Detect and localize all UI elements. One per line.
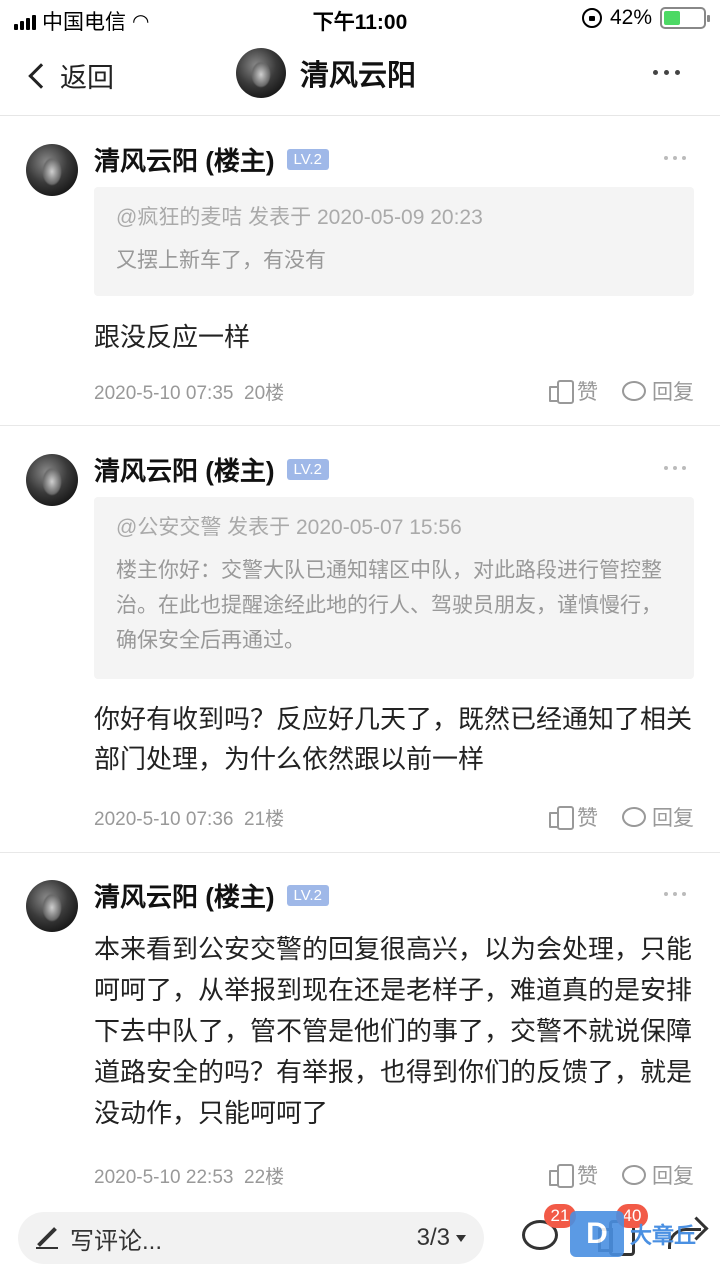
thumbs-up-icon: [549, 806, 574, 830]
reply-label: 回复: [652, 381, 694, 404]
like-label: 赞: [577, 381, 598, 404]
post-more-icon[interactable]: [664, 466, 686, 470]
author-name[interactable]: 清风云阳 (楼主): [94, 451, 275, 488]
comment-icon: [622, 807, 646, 827]
like-button[interactable]: 赞: [549, 1160, 598, 1190]
post-more-icon[interactable]: [664, 156, 686, 160]
post-meta: 2020-5-10 07:36 21楼: [94, 804, 284, 831]
comment-placeholder: 写评论...: [70, 1227, 163, 1255]
watermark-text: 大章丘: [630, 1223, 697, 1248]
quote-text: 又摆上新车了，有没有: [116, 249, 326, 272]
chevron-left-icon: [28, 62, 54, 89]
like-button[interactable]: 赞: [549, 802, 598, 832]
thumbs-up-icon: [549, 380, 574, 404]
pencil-icon: [36, 1227, 58, 1249]
thumbs-up-icon: [549, 1164, 574, 1188]
avatar[interactable]: [26, 144, 78, 196]
author-name[interactable]: 清风云阳 (楼主): [94, 877, 275, 914]
back-label: 返回: [60, 63, 114, 93]
quote-meta: @公安交警 发表于 2020-05-07 15:56: [116, 516, 462, 539]
avatar[interactable]: [26, 880, 78, 932]
comment-icon: [622, 1165, 646, 1185]
quote-meta: @疯狂的麦咭 发表于 2020-05-09 20:23: [116, 206, 483, 229]
quoted-reply[interactable]: @公安交警 发表于 2020-05-07 15:56 楼主你好：交警大队已通知辖…: [94, 497, 694, 679]
comment-input[interactable]: 写评论... 3/3: [18, 1212, 484, 1264]
like-button[interactable]: 赞: [549, 376, 598, 406]
reply-label: 回复: [652, 1165, 694, 1188]
reply-button[interactable]: 回复: [622, 376, 694, 406]
battery-icon: [660, 7, 710, 29]
author-name[interactable]: 清风云阳 (楼主): [94, 141, 275, 178]
post-time: 2020-5-10 22:53: [94, 1167, 234, 1188]
page-selector[interactable]: 3/3: [417, 1224, 466, 1252]
like-label: 赞: [577, 1165, 598, 1188]
level-badge: LV.2: [286, 885, 329, 906]
post-meta: 2020-5-10 22:53 22楼: [94, 1162, 284, 1189]
page-title: 清风云阳: [300, 60, 417, 92]
quoted-reply[interactable]: @疯狂的麦咭 发表于 2020-05-09 20:23 又摆上新车了，有没有: [94, 187, 694, 296]
comment-icon: [622, 381, 646, 401]
post-body: 本来看到公安交警的回复很高兴，以为会处理，只能呵呵了，从举报到现在还是老样子，难…: [94, 934, 693, 1128]
reply-button[interactable]: 回复: [622, 1160, 694, 1190]
post-item: 清风云阳 (楼主) LV.2 @公安交警 发表于 2020-05-07 15:5…: [0, 427, 720, 853]
quote-text: 楼主你好：交警大队已通知辖区中队，对此路段进行管控整治。在此也提醒途经此地的行人…: [116, 559, 662, 652]
battery-percent: 42%: [609, 6, 652, 29]
post-time: 2020-5-10 07:36: [94, 809, 234, 830]
like-label: 赞: [577, 807, 598, 830]
page-indicator: 3/3: [416, 1224, 450, 1251]
post-body: 跟没反应一样: [94, 322, 251, 352]
nav-title-group[interactable]: 清风云阳: [236, 48, 416, 98]
avatar[interactable]: [236, 48, 286, 98]
nav-bar: 返回 清风云阳: [0, 36, 720, 116]
reply-button[interactable]: 回复: [622, 802, 694, 832]
level-badge: LV.2: [286, 149, 329, 170]
floor-number: 22楼: [244, 1167, 285, 1188]
post-meta: 2020-5-10 07:35 20楼: [94, 378, 284, 405]
post-item: 清风云阳 (楼主) LV.2 本来看到公安交警的回复很高兴，以为会处理，只能呵呵…: [0, 853, 720, 1200]
caret-down-icon: [456, 1234, 466, 1242]
back-button[interactable]: 返回: [26, 56, 114, 95]
post-body: 你好有收到吗？反应好几天了，既然已经通知了相关部门处理，为什么依然跟以前一样: [94, 704, 693, 774]
more-icon[interactable]: [653, 70, 680, 75]
level-badge: LV.2: [286, 459, 329, 480]
watermark-logo: D: [570, 1211, 624, 1257]
avatar[interactable]: [26, 454, 78, 506]
post-time: 2020-5-10 07:35: [94, 383, 234, 404]
post-item: 清风云阳 (楼主) LV.2 @疯狂的麦咭 发表于 2020-05-09 20:…: [0, 117, 720, 426]
watermark: D 大章丘: [570, 1204, 712, 1264]
post-more-icon[interactable]: [664, 892, 686, 896]
floor-number: 21楼: [244, 809, 285, 830]
floor-number: 20楼: [244, 383, 285, 404]
reply-label: 回复: [652, 807, 694, 830]
rotation-lock-icon: [581, 8, 602, 28]
status-bar: 中国电信 ◠ 下午11:00 42%: [0, 0, 720, 36]
